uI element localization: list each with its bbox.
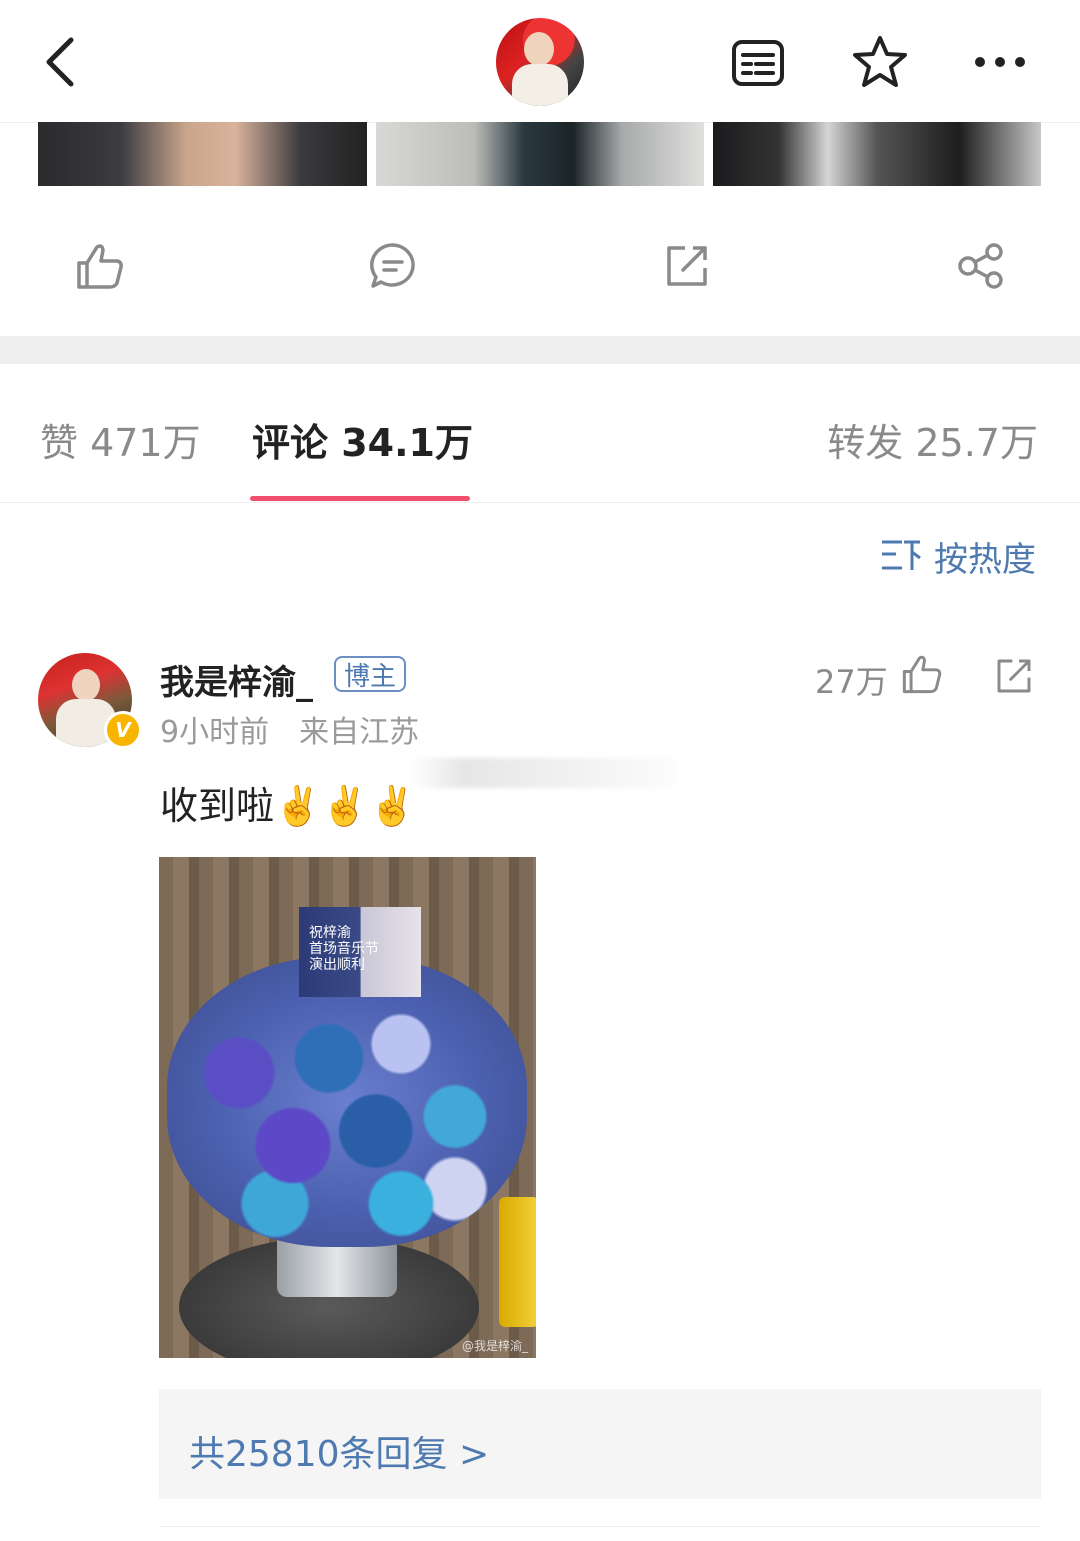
share-button[interactable] [951,236,1011,296]
tab-reposts[interactable]: 转发 25.7万 [827,412,1038,467]
avatar-body [512,64,568,106]
comment-meta: 9小时前 来自江苏 [160,707,419,751]
share-icon [958,243,1003,289]
article-list-button[interactable] [728,36,788,90]
comment-photo[interactable]: 祝梓渝 首场音乐节 演出顺利 @我是梓渝_ [159,857,536,1358]
back-button[interactable] [30,30,90,94]
active-tab-indicator [250,496,470,501]
sort-icon [882,540,921,570]
chevron-left-icon [46,37,74,87]
tabs-bar: 赞 471万 评论 34.1万 转发 25.7万 [0,364,1080,503]
repost-icon [667,246,707,286]
comment-like-count: 27万 [815,663,888,701]
post-image-3[interactable] [713,122,1041,186]
photo-pillow [499,1197,536,1327]
star-icon [853,36,907,87]
section-divider [0,336,1080,364]
comment-location: 来自江苏 [299,715,420,750]
photo-flowers [167,957,527,1247]
thumb-up-icon [902,655,942,694]
photo-watermark: @我是梓渝_ [461,1339,528,1353]
tab-likes[interactable]: 赞 471万 [40,412,201,467]
photo-card-text: 祝梓渝 首场音乐节 演出顺利 [309,925,379,973]
post-image-1[interactable] [38,122,367,186]
article-list-icon [732,40,784,86]
sort-button[interactable]: 按热度 [880,534,1036,580]
tab-comments[interactable]: 评论 34.1万 [252,412,473,467]
replies-link[interactable]: 共25810条回复 > [189,1425,489,1477]
repost-icon [997,659,1031,693]
blurred-text [410,758,676,788]
post-image-2[interactable] [376,122,704,186]
verified-badge: V [104,711,142,749]
thumb-up-icon [77,244,123,289]
comment-like-button[interactable] [898,650,946,698]
comment-button[interactable] [363,236,423,296]
comment-text: 收到啦✌️✌️✌️ [160,784,416,828]
author-badge: 博主 [334,656,407,692]
sort-label: 按热度 [934,539,1036,580]
photo-card: 祝梓渝 首场音乐节 演出顺利 [299,907,421,997]
comment-divider [159,1526,1041,1527]
like-button[interactable] [70,236,130,296]
comment-icon [370,243,415,288]
ellipsis-icon [975,57,1025,67]
favorite-button[interactable] [848,30,912,94]
commenter-username[interactable]: 我是梓渝_ [160,655,313,704]
comment-repost-button[interactable] [990,652,1038,700]
more-button[interactable] [968,40,1032,84]
comment-time: 9小时前 [160,715,270,750]
replies-box[interactable]: 共25810条回复 > [159,1389,1041,1499]
avatar-face [524,32,554,66]
author-avatar[interactable] [496,18,584,106]
avatar-face [72,669,100,701]
post-action-bar [0,186,1080,336]
repost-button[interactable] [657,236,717,296]
